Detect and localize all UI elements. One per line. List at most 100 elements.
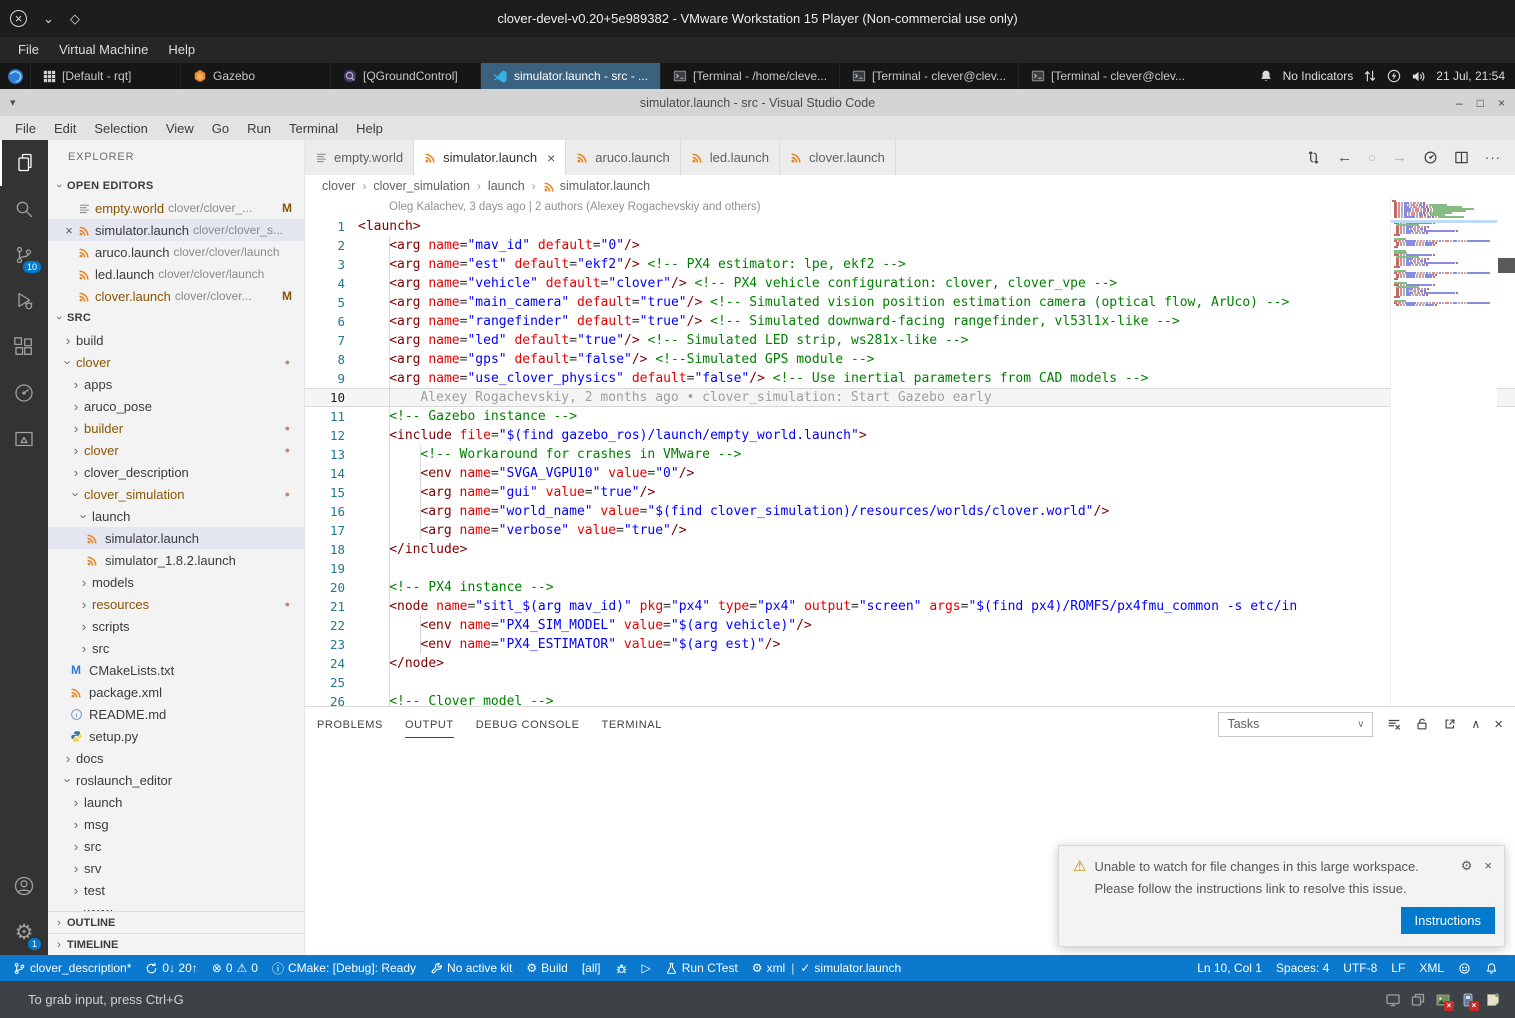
panel-tab-terminal[interactable]: TERMINAL [602, 711, 662, 738]
breadcrumb-item[interactable]: launch [488, 179, 525, 193]
tree-item-www[interactable]: ›www [48, 901, 304, 911]
tree-item-builder[interactable]: ›builder● [48, 417, 304, 439]
tree-item-simulator-launch[interactable]: simulator.launch [48, 527, 304, 549]
src-section-header[interactable]: › SRC [48, 307, 304, 329]
vscode-menu-go[interactable]: Go [203, 121, 238, 136]
code-line[interactable]: 22<env name="PX4_SIM_MODEL" value="$(arg… [305, 616, 1515, 635]
activity-extensions[interactable] [0, 324, 48, 370]
tree-item-setup-py[interactable]: setup.py [48, 725, 304, 747]
activity-explorer[interactable] [0, 140, 48, 186]
code-line[interactable]: 11<!-- Gazebo instance --> [305, 407, 1515, 426]
vscode-menu-run[interactable]: Run [238, 121, 280, 136]
timeline-section[interactable]: ›TIMELINE [48, 933, 304, 955]
vscode-menu-selection[interactable]: Selection [85, 121, 156, 136]
editor-tab[interactable]: simulator.launch× [414, 140, 566, 175]
code-line[interactable]: 25 [305, 673, 1515, 692]
breadcrumb-item[interactable]: clover_simulation [373, 179, 470, 193]
tree-item-apps[interactable]: ›apps [48, 373, 304, 395]
open-editor-item[interactable]: ×simulator.launchclover/clover_s... [48, 219, 304, 241]
taskbar-item[interactable]: simulator.launch - src - ... [480, 63, 660, 89]
tree-item-docs[interactable]: ›docs [48, 747, 304, 769]
tree-item-test[interactable]: ›test [48, 879, 304, 901]
codelens-authors[interactable]: Oleg Kalachev, 3 days ago | 2 authors (A… [305, 197, 1515, 217]
code-line[interactable]: 24</node> [305, 654, 1515, 673]
close-tab-icon[interactable]: × [547, 150, 555, 166]
output-channel-select[interactable]: Tasks∨ [1218, 712, 1373, 737]
vscode-menu-file[interactable]: File [6, 121, 45, 136]
vm-tray-message-log-icon[interactable] [1485, 992, 1501, 1008]
tree-item-src[interactable]: ›src [48, 835, 304, 857]
maximize-panel-icon[interactable]: ∧ [1471, 717, 1480, 731]
open-editor-item[interactable]: aruco.launchclover/clover/launch [48, 241, 304, 263]
vm-menu-virtual-machine[interactable]: Virtual Machine [49, 37, 158, 63]
vscode-menu-edit[interactable]: Edit [45, 121, 85, 136]
tree-item-src[interactable]: ›src [48, 637, 304, 659]
nav-circle-icon[interactable]: ○ [1368, 150, 1376, 165]
code-line[interactable]: 20<!-- PX4 instance --> [305, 578, 1515, 597]
editor-tab[interactable]: empty.world [305, 140, 414, 175]
statusbar-item[interactable]: ⓘCMake: [Debug]: Ready [265, 955, 423, 981]
gitlens-actions-icon[interactable] [1423, 150, 1438, 165]
code-line[interactable]: 23<env name="PX4_ESTIMATOR" value="$(arg… [305, 635, 1515, 654]
panel-tab-problems[interactable]: PROBLEMS [317, 711, 383, 738]
code-line[interactable]: 17<arg name="verbose" value="true"/> [305, 521, 1515, 540]
vscode-menu-view[interactable]: View [157, 121, 203, 136]
code-line[interactable]: 1<launch> [305, 217, 1515, 236]
vm-tray-network-icon[interactable]: × [1435, 992, 1451, 1008]
taskbar-item[interactable]: [Terminal - clever@clev... [839, 63, 1018, 89]
instructions-button[interactable]: Instructions [1401, 907, 1495, 934]
tree-item-package-xml[interactable]: package.xml [48, 681, 304, 703]
vm-fullscreen-icon[interactable]: ◇ [70, 11, 80, 27]
maximize-icon[interactable]: □ [1477, 96, 1484, 110]
panel-tab-output[interactable]: OUTPUT [405, 711, 454, 738]
close-icon[interactable]: × [1498, 96, 1505, 110]
open-editor-item[interactable]: clover.launchclover/clover...M [48, 285, 304, 307]
code-line[interactable]: 10Alexey Rogachevskiy, 2 months ago • cl… [305, 388, 1515, 407]
vm-tray-device-icon[interactable] [1410, 992, 1426, 1008]
vscode-menu-help[interactable]: Help [347, 121, 392, 136]
unlock-scroll-icon[interactable] [1415, 717, 1429, 731]
activity-run-and-debug[interactable] [0, 278, 48, 324]
statusbar-item[interactable]: Run CTest [658, 955, 745, 981]
statusbar-item[interactable] [1478, 955, 1505, 981]
minimap[interactable] [1390, 197, 1497, 706]
tree-item-clover-description[interactable]: ›clover_description [48, 461, 304, 483]
notification-close-icon[interactable]: × [1484, 858, 1492, 874]
statusbar-item[interactable]: [all] [575, 955, 608, 981]
tree-item-build[interactable]: ›build [48, 329, 304, 351]
code-line[interactable]: 21<node name="sitl_$(arg mav_id)" pkg="p… [305, 597, 1515, 616]
statusbar-item[interactable] [1451, 955, 1478, 981]
taskbar-item[interactable]: Gazebo [180, 63, 330, 89]
statusbar-item[interactable]: Ln 10, Col 1 [1190, 955, 1269, 981]
taskbar-item[interactable]: [Default - rqt] [30, 63, 180, 89]
close-editor-icon[interactable]: × [65, 223, 73, 238]
breadcrumb-item[interactable]: clover [322, 179, 355, 193]
notification-settings-gear-icon[interactable]: ⚙ [1461, 858, 1473, 874]
statusbar-item[interactable]: UTF-8 [1336, 955, 1384, 981]
activity-test-panel[interactable] [0, 416, 48, 462]
vm-restore-icon[interactable]: ⌄ [43, 11, 54, 27]
vscode-menu-terminal[interactable]: Terminal [280, 121, 347, 136]
code-line[interactable]: 3<arg name="est" default="ekf2"/> <!-- P… [305, 255, 1515, 274]
statusbar-item[interactable]: Spaces: 4 [1269, 955, 1336, 981]
tree-item-aruco-pose[interactable]: ›aruco_pose [48, 395, 304, 417]
activity-gitlens[interactable] [0, 370, 48, 416]
editor-scrollbar-thumb[interactable] [1498, 258, 1515, 273]
statusbar-item[interactable]: ⚙xml|✓simulator.launch [745, 955, 908, 981]
vm-tray-usb-icon[interactable]: × [1460, 992, 1476, 1008]
activity-search[interactable] [0, 186, 48, 232]
tree-item-clover-simulation[interactable]: ›clover_simulation● [48, 483, 304, 505]
editor-tab[interactable]: led.launch [681, 140, 780, 175]
activity-settings[interactable]: ⚙1 [0, 909, 48, 955]
code-line[interactable]: 6<arg name="rangefinder" default="true"/… [305, 312, 1515, 331]
statusbar-item[interactable]: ⊗0⚠0 [205, 955, 265, 981]
more-actions-icon[interactable]: ··· [1485, 150, 1501, 165]
vm-menu-help[interactable]: Help [158, 37, 205, 63]
code-line[interactable]: 13<!-- Workaround for crashes in VMware … [305, 445, 1515, 464]
indicators-label[interactable]: No Indicators [1283, 69, 1354, 83]
code-line[interactable]: 2<arg name="mav_id" default="0"/> [305, 236, 1515, 255]
statusbar-item[interactable]: ⚙Build [519, 955, 574, 981]
browser-launcher-icon[interactable] [0, 63, 30, 89]
minimize-icon[interactable]: – [1456, 96, 1463, 110]
open-editor-item[interactable]: led.launchclover/clover/launch [48, 263, 304, 285]
